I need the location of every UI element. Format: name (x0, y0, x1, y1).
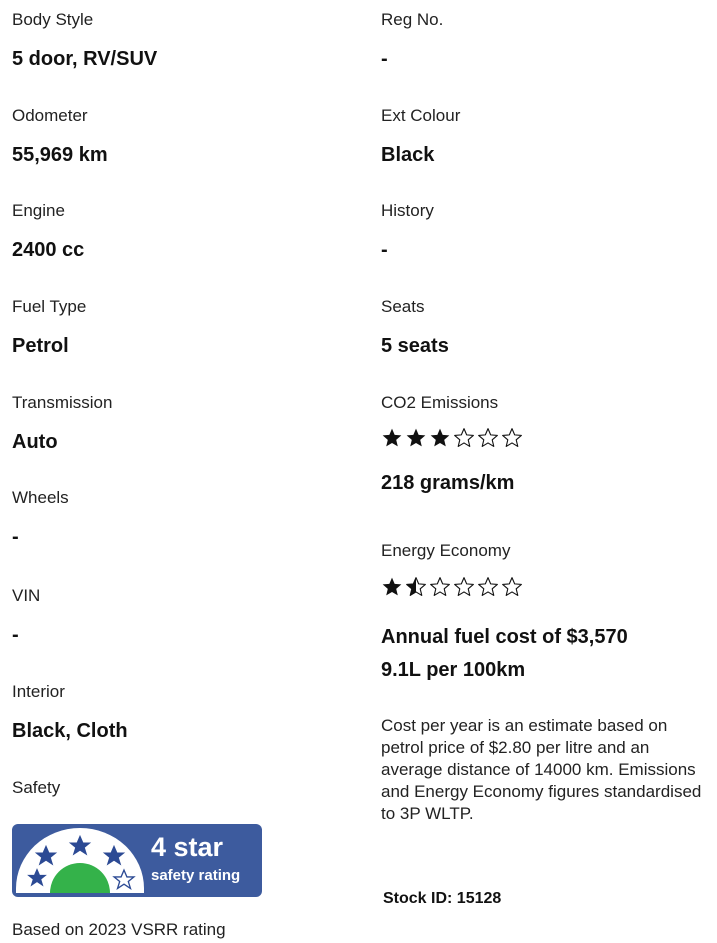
star-full-icon (382, 577, 402, 596)
spec-label: VIN (12, 586, 41, 605)
spec-value: 5 seats (381, 335, 449, 357)
star-half-icon (406, 577, 426, 596)
spec-value: - (381, 48, 388, 70)
stock-id: Stock ID: 15128 (383, 890, 502, 907)
co2-value-row: 218 grams/km (381, 471, 514, 495)
safety-star-icon (68, 834, 92, 856)
spec-engine: Engine 2400 cc (12, 201, 84, 262)
spec-value: Auto (12, 431, 58, 453)
spec-label: Transmission (12, 393, 113, 412)
spec-label: Odometer (12, 106, 88, 125)
star-empty-icon (454, 428, 474, 447)
energy-label: Energy Economy (381, 541, 511, 560)
spec-body-style: Body Style 5 door, RV/SUV (12, 10, 157, 71)
energy-economy: Energy Economy (381, 541, 510, 561)
energy-star-rating (381, 576, 523, 600)
safety-badge-title: 4 star (151, 832, 224, 862)
spec-label: History (381, 201, 434, 220)
co2-label: CO2 Emissions (381, 393, 499, 412)
spec-label: Fuel Type (12, 297, 87, 316)
spec-label: Interior (12, 682, 65, 701)
spec-label: Wheels (12, 488, 69, 507)
star-empty-icon (454, 577, 474, 596)
star-empty-icon (502, 428, 522, 447)
spec-wheels: Wheels - (12, 488, 69, 549)
star-empty-icon (478, 428, 498, 447)
safety-green-dome (50, 863, 110, 893)
spec-ext-colour: Ext Colour Black (381, 106, 460, 167)
spec-reg-no: Reg No. - (381, 10, 443, 71)
spec-label: Seats (381, 297, 425, 316)
star-empty-icon (502, 577, 522, 596)
safety-star-icon (102, 844, 126, 866)
star-empty-icon (430, 577, 450, 596)
safety-badge-subtitle: safety rating (151, 867, 241, 884)
spec-label: Safety (12, 778, 61, 797)
star-full-icon (430, 428, 450, 447)
spec-value: Black, Cloth (12, 720, 128, 742)
safety-star-icon (34, 844, 58, 866)
spec-label: Body Style (12, 10, 94, 29)
spec-value: - (12, 526, 19, 548)
co2-emissions: CO2 Emissions (381, 393, 498, 413)
safety-arc (16, 828, 144, 893)
co2-value: 218 grams/km (381, 472, 515, 494)
spec-value: 5 door, RV/SUV (12, 48, 158, 70)
spec-value: - (12, 624, 19, 646)
spec-value: 2400 cc (12, 239, 85, 261)
safety-stars-graphic (27, 834, 136, 893)
star-empty-icon (478, 577, 498, 596)
safety-basis-text: Based on 2023 VSRR rating (12, 920, 226, 939)
safety-basis: Based on 2023 VSRR rating (12, 920, 226, 940)
spec-label: Engine (12, 201, 65, 220)
spec-fuel-type: Fuel Type Petrol (12, 297, 86, 358)
spec-odometer: Odometer 55,969 km (12, 106, 108, 167)
spec-transmission: Transmission Auto (12, 393, 112, 454)
spec-value: Petrol (12, 335, 69, 357)
spec-label: Ext Colour (381, 106, 461, 125)
spec-value: - (381, 239, 388, 261)
annual-fuel-cost: Annual fuel cost of $3,570 (381, 626, 628, 648)
spec-value: Black (381, 144, 435, 166)
spec-value: 55,969 km (12, 144, 108, 166)
spec-label: Reg No. (381, 10, 444, 29)
fuel-consumption: 9.1L per 100km (381, 659, 526, 681)
safety-star-outline-icon (112, 868, 136, 891)
cost-note: Cost per year is an estimate based on pe… (381, 716, 702, 823)
star-full-icon (406, 428, 426, 447)
star-full-icon (382, 428, 402, 447)
spec-history: History - (381, 201, 434, 262)
spec-interior: Interior Black, Cloth (12, 682, 128, 743)
spec-seats: Seats 5 seats (381, 297, 449, 358)
spec-vin: VIN - (12, 586, 40, 647)
co2-star-rating (381, 427, 523, 451)
safety-star-icon (27, 868, 47, 887)
safety-rating-badge: 4 star safety rating (12, 824, 262, 897)
spec-safety: Safety (12, 778, 60, 798)
